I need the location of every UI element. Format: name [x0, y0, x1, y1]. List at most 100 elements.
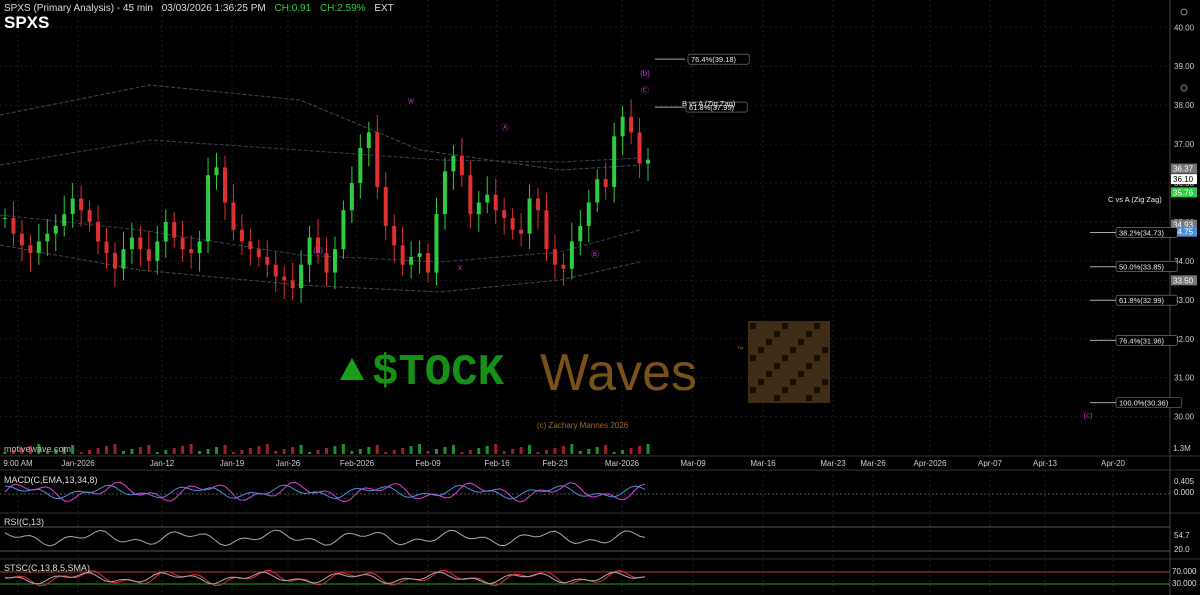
qr-module — [750, 387, 756, 393]
x-tick-label: Feb-09 — [415, 459, 441, 468]
volume-bar — [316, 450, 320, 454]
qr-module — [750, 323, 756, 329]
candle-body — [265, 256, 270, 265]
price-tag: 33.50 — [1173, 276, 1194, 285]
candle-body — [442, 171, 447, 215]
candle-body — [138, 237, 143, 250]
candle-body — [544, 210, 549, 250]
qr-module — [798, 339, 804, 345]
candle-body — [180, 237, 185, 250]
candle-body — [451, 155, 456, 172]
rsi-tag: 20.0 — [1174, 545, 1190, 554]
qr-module — [758, 379, 764, 385]
volume-bar — [443, 447, 447, 454]
qr-module — [774, 331, 780, 337]
y-tick-label: 40.00 — [1174, 23, 1195, 32]
candle-body — [11, 218, 16, 234]
candle-body — [197, 241, 202, 254]
wave-label: Ⓐ — [501, 123, 509, 132]
x-tick-label: Mar-16 — [750, 459, 776, 468]
macd-line — [4, 481, 646, 503]
candle-body — [222, 167, 227, 203]
candle-body — [112, 253, 117, 269]
session-label: EXT — [374, 3, 394, 14]
candle-body — [349, 183, 354, 211]
stoch-tag: 70.000 — [1172, 567, 1197, 576]
candle-body — [273, 264, 278, 277]
candle-body — [282, 276, 287, 281]
axis-settings-icon — [1180, 8, 1188, 16]
candle-body — [45, 233, 50, 242]
volume-bar — [105, 446, 109, 454]
candle-body — [121, 249, 126, 269]
wave-label: Ⓑ — [591, 250, 599, 259]
volume-bar — [367, 447, 371, 454]
brand-waves: Waves — [540, 344, 697, 402]
y-tick-label: 38.00 — [1174, 101, 1195, 110]
candle-body — [104, 241, 109, 254]
wave-label: (c) — [1083, 411, 1093, 420]
x-tick-label: Jan-2026 — [61, 459, 95, 468]
qr-module — [822, 347, 828, 353]
price-tag: 36.37 — [1173, 165, 1194, 174]
volume-bar — [553, 448, 557, 454]
candle-body — [19, 233, 24, 246]
candle-body — [578, 225, 583, 242]
brand-copyright: (c) Zachary Mannes 2026 — [537, 421, 629, 430]
macd-label: MACD(C,EMA,13,34,8) — [4, 475, 98, 485]
candle-body — [206, 175, 211, 242]
candle-body — [96, 221, 101, 242]
volume-bar — [291, 447, 295, 454]
candle-body — [612, 136, 617, 187]
candle-body — [248, 241, 253, 250]
candle-body — [79, 198, 84, 211]
candle-body — [307, 237, 312, 265]
stoch-label: STSC(C,13,8,5,SMA) — [4, 563, 91, 573]
x-tick-label: Mar-26 — [860, 459, 886, 468]
candle-body — [231, 202, 236, 230]
volume-bar — [79, 452, 83, 454]
volume-bar — [164, 450, 168, 454]
x-tick-label: Apr-20 — [1101, 459, 1126, 468]
volume-bar — [528, 445, 532, 454]
stoch-tag: 30.000 — [1172, 579, 1197, 588]
volume-bar — [401, 448, 405, 454]
annotation-c-vs-a: C vs A (Zig Zag) — [1108, 195, 1162, 204]
fib-label: 76.4%(31.96) — [1119, 336, 1165, 345]
volume-bar — [570, 444, 574, 454]
y-tick-label: 30.00 — [1174, 413, 1195, 422]
x-tick-label: Apr-2026 — [914, 459, 947, 468]
watermark: motivewave.com — [4, 444, 72, 454]
fib-label: 76.4%(39.18) — [691, 55, 737, 64]
candle-body — [459, 155, 464, 176]
candle-body — [3, 218, 7, 220]
qr-module — [758, 347, 764, 353]
price-chart[interactable]: 9:00 AM Jan-2026 Jan-12 Jan-19 Jan-26 Feb-202… — [0, 0, 1200, 595]
rsi-line — [4, 529, 646, 547]
candle-body — [595, 179, 600, 203]
volume-bar — [519, 447, 523, 454]
wave-label: (a) — [313, 246, 323, 255]
regression-channel — [0, 84, 641, 171]
candle-body — [426, 253, 431, 273]
qr-module — [766, 371, 772, 377]
candle-body — [332, 249, 337, 273]
volume-bar — [308, 452, 312, 454]
wave-label: x — [458, 263, 462, 272]
candle-body — [358, 147, 363, 184]
volume-bar — [333, 446, 337, 454]
candle-body — [36, 241, 41, 254]
candle-body — [366, 132, 371, 148]
volume-bar — [350, 451, 354, 454]
volume-bar — [189, 444, 193, 454]
stoch-d-line — [4, 571, 646, 585]
volume-bar — [485, 446, 489, 454]
price-tag: 36.10 — [1173, 175, 1194, 184]
qr-module — [774, 395, 780, 401]
rsi-tag: 54.7 — [1174, 531, 1190, 540]
candle-body — [172, 221, 177, 238]
candle-body — [476, 202, 481, 215]
qr-module — [750, 355, 756, 361]
volume-bar — [460, 452, 464, 454]
volume-bar — [113, 444, 117, 454]
